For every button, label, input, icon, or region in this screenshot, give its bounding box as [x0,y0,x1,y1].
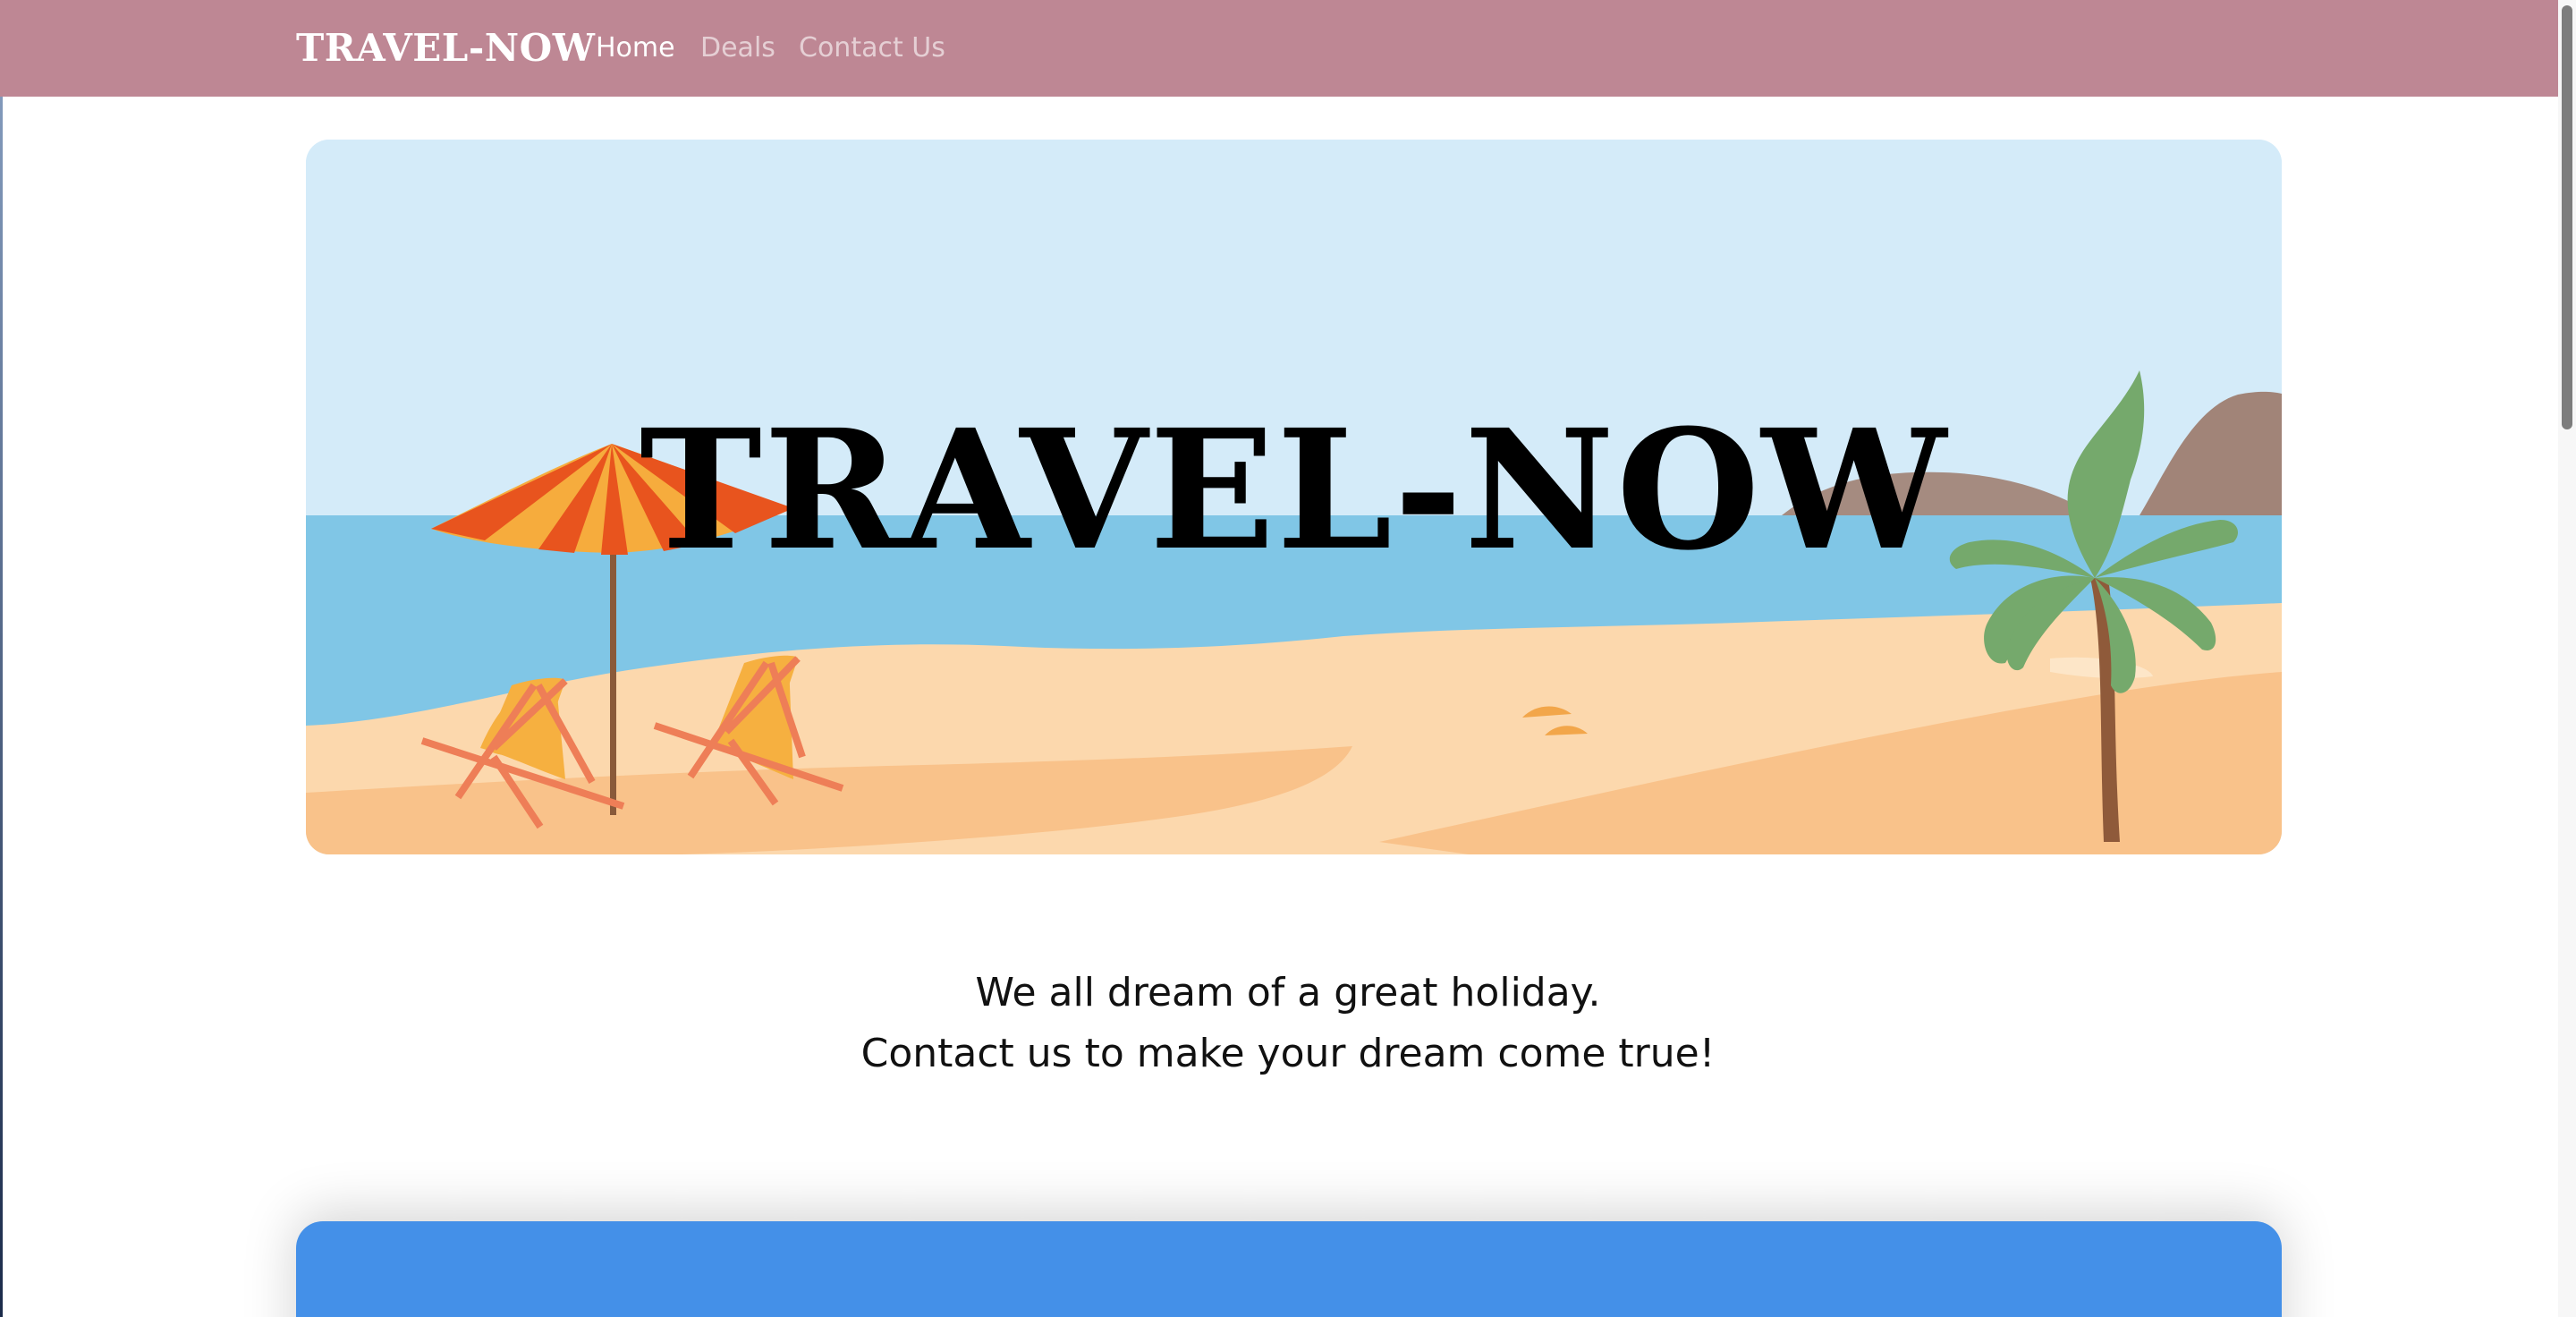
hero-banner: TRAVEL-NOW [306,140,2282,854]
scrollbar-thumb[interactable] [2562,5,2572,429]
deals-card [296,1221,2282,1317]
navbar: TRAVEL-NOW Home Deals Contact Us [0,0,2576,97]
tagline-line-2: Contact us to make your dream come true! [860,1031,1716,1076]
nav-link-home[interactable]: Home [596,25,675,72]
tagline-line-1: We all dream of a great holiday. [975,970,1601,1015]
brand-logo-link[interactable]: TRAVEL-NOW [296,21,595,75]
window-edge [0,0,3,1317]
page: TRAVEL-NOW Home Deals Contact Us TRAVEL-… [0,0,2576,1317]
nav-link-contact-us[interactable]: Contact Us [799,25,945,72]
tagline: We all dream of a great holiday. Contact… [0,963,2576,1084]
nav-link-deals[interactable]: Deals [700,25,775,72]
hero-title: TRAVEL-NOW [639,394,1949,587]
